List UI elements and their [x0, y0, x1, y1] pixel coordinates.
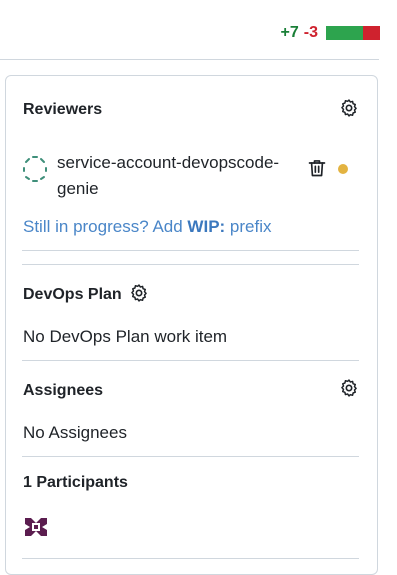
wip-text-end: prefix [225, 217, 272, 236]
gear-icon[interactable] [339, 98, 359, 118]
status-dot [338, 164, 348, 174]
divider [0, 59, 379, 60]
assignees-title: Assignees [23, 382, 104, 399]
diff-bar-deletions [363, 26, 380, 40]
divider [22, 264, 359, 265]
avatar [23, 156, 47, 182]
devops-plan-title: DevOps Plan [23, 286, 122, 303]
diff-bar-additions [326, 26, 363, 40]
wip-keyword: WIP: [187, 217, 226, 236]
deletions-count: -3 [303, 24, 318, 41]
avatar[interactable] [23, 514, 49, 540]
devops-plan-empty: No DevOps Plan work item [23, 327, 228, 346]
divider [22, 558, 359, 559]
diff-stat: +7 -3 [281, 24, 380, 42]
additions-count: +7 [280, 24, 299, 41]
assignees-empty: No Assignees [23, 423, 127, 442]
wip-text-start: Still in progress? Add [23, 217, 188, 236]
gear-icon[interactable] [339, 378, 359, 398]
divider [22, 250, 359, 251]
diff-bar [326, 26, 380, 40]
top-bar: +7 -3 [0, 0, 397, 60]
wip-prefix-link[interactable]: Still in progress? Add WIP: prefix [23, 217, 272, 237]
participants-title: 1 Participants [23, 474, 128, 491]
divider [22, 456, 359, 457]
divider [22, 360, 359, 361]
reviewer-name[interactable]: service-account-devopscode-genie [57, 150, 292, 202]
trash-icon[interactable] [307, 158, 327, 178]
reviewers-title: Reviewers [23, 101, 103, 118]
gear-icon[interactable] [129, 283, 149, 303]
